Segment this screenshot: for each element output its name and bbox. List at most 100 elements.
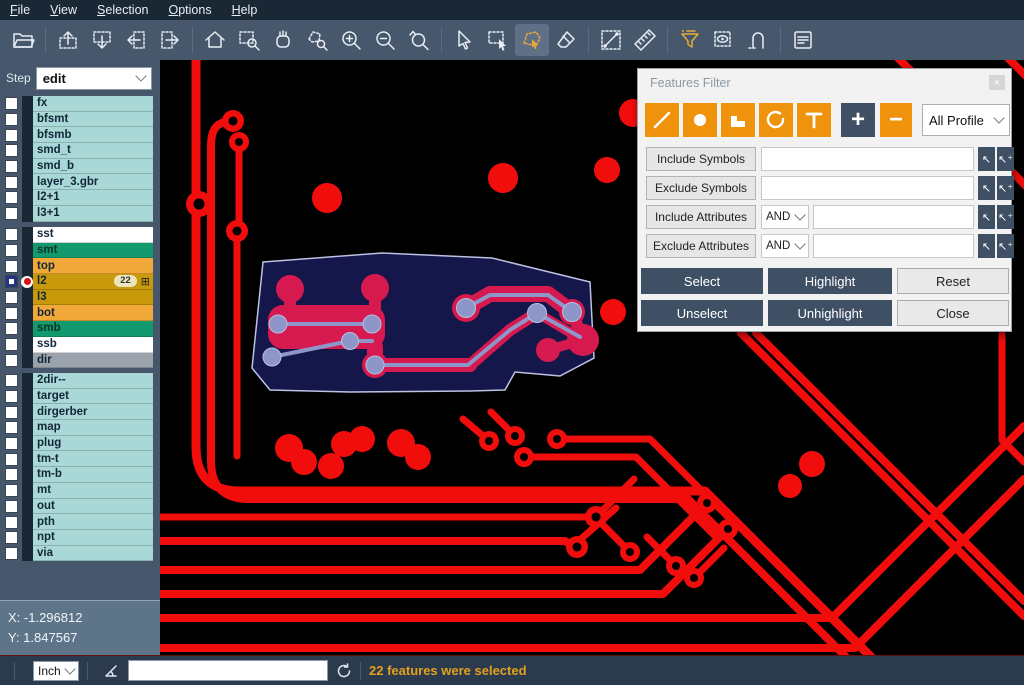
- measure-distance-button[interactable]: [594, 24, 628, 56]
- layer-row-smd_t[interactable]: smd_t: [0, 143, 160, 159]
- layer-row-target[interactable]: target: [0, 389, 160, 405]
- filter-text-button[interactable]: [797, 103, 831, 137]
- layer-row-l3[interactable]: l3: [0, 290, 160, 306]
- layer-row-smt[interactable]: smt: [0, 243, 160, 259]
- layer-row-out[interactable]: out: [0, 499, 160, 515]
- pan-right-button[interactable]: [153, 24, 187, 56]
- layer-row-bfsmt[interactable]: bfsmt: [0, 112, 160, 128]
- layer-row-pth[interactable]: pth: [0, 514, 160, 530]
- zoom-previous-button[interactable]: [402, 24, 436, 56]
- layer-name-cell[interactable]: bfsmt: [33, 112, 153, 128]
- layer-name-cell[interactable]: dirgerber: [33, 404, 153, 420]
- zoom-area-button[interactable]: [232, 24, 266, 56]
- layer-row-map[interactable]: map: [0, 420, 160, 436]
- layer-name-cell[interactable]: mt: [33, 483, 153, 499]
- layer-visibility-checkbox[interactable]: [5, 468, 18, 481]
- pick-add-symbol-button[interactable]: ↖⁺: [997, 147, 1014, 171]
- zoom-home-button[interactable]: [198, 24, 232, 56]
- layer-visibility-checkbox[interactable]: [5, 437, 18, 450]
- layer-row-dir[interactable]: dir: [0, 353, 160, 369]
- layer-visibility-checkbox[interactable]: [5, 374, 18, 387]
- layer-row-ssb[interactable]: ssb: [0, 337, 160, 353]
- layer-row-l2+1[interactable]: l2+1: [0, 190, 160, 206]
- layer-visibility-checkbox[interactable]: [5, 160, 18, 173]
- layer-row-l2[interactable]: l222⊞: [0, 274, 160, 290]
- include-attributes-button[interactable]: Include Attributes: [646, 205, 756, 229]
- pick-add-attribute-button[interactable]: ↖⁺: [997, 234, 1014, 258]
- layer-name-cell[interactable]: bfsmb: [33, 127, 153, 143]
- layer-name-cell[interactable]: map: [33, 420, 153, 436]
- layer-row-plug[interactable]: plug: [0, 436, 160, 452]
- include-symbols-input[interactable]: [761, 147, 974, 171]
- net-trace-button[interactable]: [741, 24, 775, 56]
- layer-visibility-checkbox[interactable]: [5, 129, 18, 142]
- layer-name-cell[interactable]: bot: [33, 305, 153, 321]
- zoom-object-button[interactable]: [300, 24, 334, 56]
- layer-visibility-checkbox[interactable]: [5, 338, 18, 351]
- layer-row-npt[interactable]: npt: [0, 530, 160, 546]
- layer-visibility-checkbox[interactable]: [5, 275, 18, 288]
- layer-name-cell[interactable]: l3: [33, 290, 153, 306]
- layer-visibility-checkbox[interactable]: [5, 260, 18, 273]
- layer-name-cell[interactable]: l2+1: [33, 190, 153, 206]
- layer-name-cell[interactable]: via: [33, 546, 153, 562]
- menu-view[interactable]: View: [40, 1, 87, 19]
- pick-add-attribute-button[interactable]: ↖⁺: [997, 205, 1014, 229]
- layer-name-cell[interactable]: fx: [33, 96, 153, 112]
- pick-symbol-button[interactable]: ↖: [978, 147, 995, 171]
- menu-selection[interactable]: Selection: [87, 1, 158, 19]
- feature-info-button[interactable]: [786, 24, 820, 56]
- pan-hand-button[interactable]: [266, 24, 300, 56]
- exclude-symbols-button[interactable]: Exclude Symbols: [646, 176, 756, 200]
- zoom-in-button[interactable]: [334, 24, 368, 56]
- include-attributes-op-select[interactable]: AND: [761, 205, 809, 229]
- layer-name-cell[interactable]: tm-b: [33, 467, 153, 483]
- layer-row-l3+1[interactable]: l3+1: [0, 206, 160, 222]
- layer-visibility-checkbox[interactable]: [5, 191, 18, 204]
- polarity-positive-button[interactable]: +: [841, 103, 875, 137]
- polarity-negative-button[interactable]: −: [880, 103, 912, 137]
- layer-name-cell[interactable]: top: [33, 258, 153, 274]
- pan-down-button[interactable]: [85, 24, 119, 56]
- layer-name-cell[interactable]: target: [33, 389, 153, 405]
- command-input[interactable]: [128, 660, 328, 681]
- layer-name-cell[interactable]: pth: [33, 514, 153, 530]
- select-pointer-button[interactable]: [447, 24, 481, 56]
- layer-row-layer_3.gbr[interactable]: layer_3.gbr: [0, 174, 160, 190]
- layer-visibility-checkbox[interactable]: [5, 97, 18, 110]
- menu-file[interactable]: File: [0, 1, 40, 19]
- angle-measure-icon[interactable]: [104, 663, 120, 679]
- menu-options[interactable]: Options: [158, 1, 221, 19]
- zoom-out-button[interactable]: [368, 24, 402, 56]
- sync-icon[interactable]: [336, 663, 352, 679]
- select-polygon-button[interactable]: [515, 24, 549, 56]
- layer-display-button[interactable]: [707, 24, 741, 56]
- exclude-attributes-button[interactable]: Exclude Attributes: [646, 234, 756, 258]
- layer-visibility-checkbox[interactable]: [5, 144, 18, 157]
- layer-visibility-checkbox[interactable]: [5, 390, 18, 403]
- measure-ruler-button[interactable]: [628, 24, 662, 56]
- layer-name-cell[interactable]: sst: [33, 227, 153, 243]
- layer-name-cell[interactable]: smd_t: [33, 143, 153, 159]
- exclude-symbols-input[interactable]: [761, 176, 974, 200]
- layer-visibility-checkbox[interactable]: [5, 484, 18, 497]
- layer-row-2dir--[interactable]: 2dir--: [0, 373, 160, 389]
- unselect-button[interactable]: Unselect: [641, 300, 763, 326]
- layer-row-tm-t[interactable]: tm-t: [0, 451, 160, 467]
- layer-visibility-checkbox[interactable]: [5, 307, 18, 320]
- select-rectangle-button[interactable]: [481, 24, 515, 56]
- layer-visibility-checkbox[interactable]: [5, 207, 18, 220]
- pick-add-symbol-button[interactable]: ↖⁺: [997, 176, 1014, 200]
- layer-visibility-checkbox[interactable]: [5, 421, 18, 434]
- layer-row-bfsmb[interactable]: bfsmb: [0, 127, 160, 143]
- layer-row-top[interactable]: top: [0, 258, 160, 274]
- unhighlight-button[interactable]: Unhighlight: [768, 300, 892, 326]
- layer-visibility-checkbox[interactable]: [5, 291, 18, 304]
- filter-surface-button[interactable]: [721, 103, 755, 137]
- layer-name-cell[interactable]: dir: [33, 353, 153, 369]
- layer-name-cell[interactable]: layer_3.gbr: [33, 174, 153, 190]
- layer-visibility-checkbox[interactable]: [5, 500, 18, 513]
- layer-visibility-checkbox[interactable]: [5, 176, 18, 189]
- layer-name-cell[interactable]: plug: [33, 436, 153, 452]
- layer-visibility-checkbox[interactable]: [5, 322, 18, 335]
